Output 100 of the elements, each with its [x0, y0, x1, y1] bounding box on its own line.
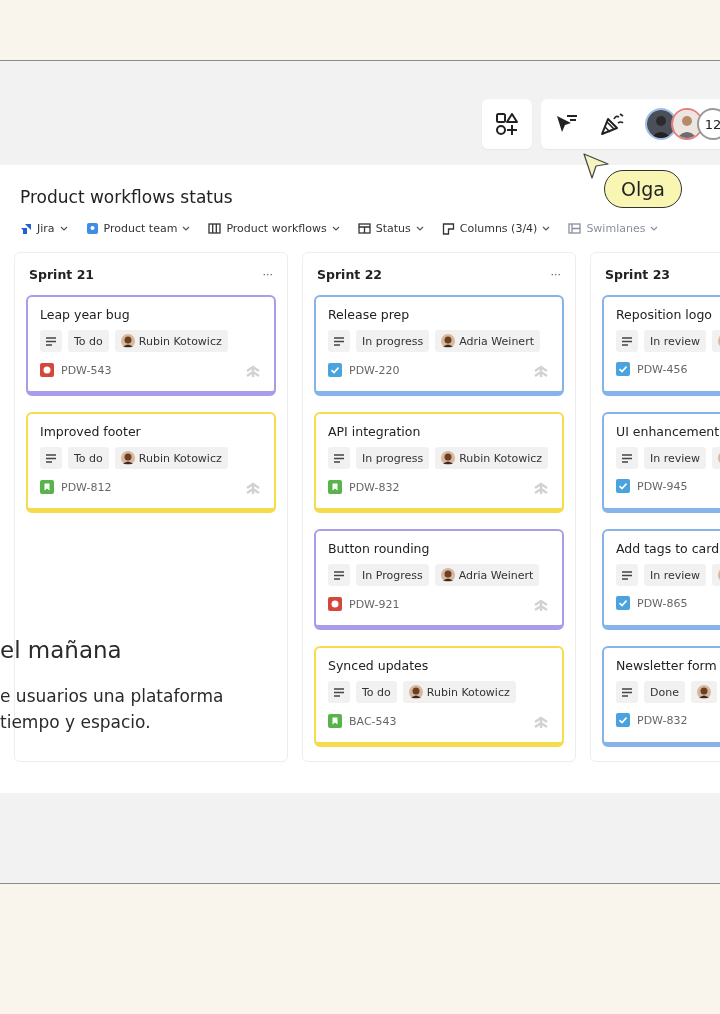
more-button[interactable]: ···: [550, 267, 561, 281]
board-title: Product workflows status: [20, 187, 233, 207]
card-title: API integration: [328, 424, 422, 439]
filter-dropdown[interactable]: Columns (3/4): [441, 222, 551, 235]
status-chip: To do: [68, 447, 109, 469]
avatar: [440, 568, 455, 582]
lines-icon: [622, 453, 632, 463]
card-title: Improved footer: [40, 424, 142, 439]
avatar: [696, 685, 711, 699]
card-title: Release prep: [328, 307, 411, 322]
cursor-icon: [582, 152, 610, 180]
lines-icon: [46, 336, 56, 346]
checkbox-icon: [616, 362, 630, 376]
card-title: Reposition logo: [616, 307, 713, 322]
status-chip: In review: [644, 564, 707, 586]
status-chip: In Progress: [356, 564, 429, 586]
status-chip: In review: [644, 330, 707, 352]
lines-icon: [334, 453, 344, 463]
status-chip: In progress: [356, 447, 430, 469]
bookmark-icon: [328, 480, 342, 494]
avatar: [441, 451, 456, 465]
bug-icon: [328, 597, 342, 611]
task-card[interactable]: UI enhancement In review PDW-945: [602, 412, 720, 513]
column-title: Sprint 22: [317, 266, 383, 282]
task-card[interactable]: Add tags to card In review PDW-865: [602, 529, 720, 630]
status-chip: In review: [644, 447, 707, 469]
checkbox-icon: [616, 479, 630, 493]
card-title: Synced updates: [328, 658, 430, 673]
chevron-down-icon: [415, 225, 424, 232]
party-popper-icon[interactable]: [599, 112, 625, 136]
issue-key[interactable]: PDW-865: [637, 596, 720, 610]
task-card[interactable]: API integration In progress Rubin Kotowicz PDW-832: [314, 412, 564, 513]
task-card[interactable]: Newsletter form Done PDW-832: [602, 646, 720, 747]
shapes-icon[interactable]: [496, 113, 518, 135]
issue-key[interactable]: PDW-812: [61, 480, 237, 494]
card-title: UI enhancement: [616, 424, 720, 439]
status-chip: In progress: [356, 330, 430, 352]
issue-key[interactable]: PDW-945: [637, 479, 720, 493]
column-title: Sprint 23: [605, 266, 671, 282]
card-title: Newsletter form: [616, 658, 718, 673]
chevron-down-icon: [182, 225, 191, 232]
task-card[interactable]: Synced updates To do Rubin Kotowicz BAC-543: [314, 646, 564, 747]
avatar: [120, 451, 135, 465]
assignee-chip: Adria Weinert: [435, 330, 540, 352]
lines-icon: [622, 570, 632, 580]
avatar: [120, 334, 135, 348]
card-title: Button rounding: [328, 541, 431, 556]
chevron-down-icon: [542, 225, 551, 232]
lines-icon: [334, 570, 344, 580]
columns-icon: [441, 222, 455, 235]
issue-key[interactable]: BAC-543: [349, 714, 525, 728]
checkbox-icon: [616, 596, 630, 610]
more-button[interactable]: ···: [262, 267, 273, 281]
filter-dropdown[interactable]: Product team: [85, 222, 191, 235]
issue-key[interactable]: PDW-456: [637, 362, 720, 376]
jira-icon: [19, 222, 32, 235]
assignee-chip: Rubin Kotowicz: [402, 681, 516, 703]
avatar: [408, 685, 423, 699]
task-card[interactable]: Improved footer To do Rubin Kotowicz PDW-812: [26, 412, 276, 513]
heading: el mañana: [0, 637, 122, 663]
filter-dropdown[interactable]: Product workflows: [208, 222, 340, 235]
bug-icon: [40, 363, 54, 377]
chevron-down-icon: [650, 225, 659, 232]
lines-icon: [46, 453, 56, 463]
filter-dropdown[interactable]: Status: [357, 222, 424, 235]
filter-dropdown[interactable]: Jira: [19, 222, 68, 235]
issue-key[interactable]: PDW-832: [349, 480, 525, 494]
lines-icon: [622, 336, 632, 346]
issue-key[interactable]: PDW-832: [637, 713, 720, 727]
task-card[interactable]: Leap year bug To do Rubin Kotowicz PDW-543: [26, 295, 276, 396]
body-text: e usuarios una plataforma: [0, 686, 224, 706]
card-title: Leap year bug: [40, 307, 131, 322]
avatar: [441, 334, 456, 348]
cursor-name-label: Olga: [604, 170, 682, 208]
lines-icon: [334, 687, 344, 697]
issue-key[interactable]: PDW-543: [61, 363, 237, 377]
card-title: Add tags to card: [616, 541, 720, 556]
chevron-down-icon: [331, 225, 340, 232]
team-icon: [85, 222, 99, 235]
task-card[interactable]: Release prep In progress Adria Weinert PDW-220: [314, 295, 564, 396]
assignee-chip: Rubin Kotowicz: [435, 447, 549, 469]
task-card[interactable]: Button rounding In Progress Adria Weinert PDW-921: [314, 529, 564, 630]
assignee-chip: Rubin Kotowicz: [114, 447, 228, 469]
lines-icon: [622, 687, 632, 697]
bookmark-icon: [40, 480, 54, 494]
status-chip: To do: [68, 330, 109, 352]
bookmark-icon: [328, 714, 342, 728]
status-chip: Done: [644, 681, 685, 703]
task-card[interactable]: Reposition logo In review PDW-456: [602, 295, 720, 396]
assignee-chip: Rubin Kotowicz: [114, 330, 228, 352]
board-icon: [208, 222, 222, 235]
lines-icon: [334, 336, 344, 346]
checkbox-icon: [616, 713, 630, 727]
column-title: Sprint 21: [29, 266, 95, 282]
body-text: tiempo y espacio.: [0, 712, 151, 732]
avatar-count[interactable]: 12: [697, 108, 720, 140]
issue-key[interactable]: PDW-921: [349, 597, 525, 611]
swimlanes-icon: [568, 222, 582, 235]
table-icon: [357, 222, 371, 235]
issue-key[interactable]: PDW-220: [349, 363, 525, 377]
